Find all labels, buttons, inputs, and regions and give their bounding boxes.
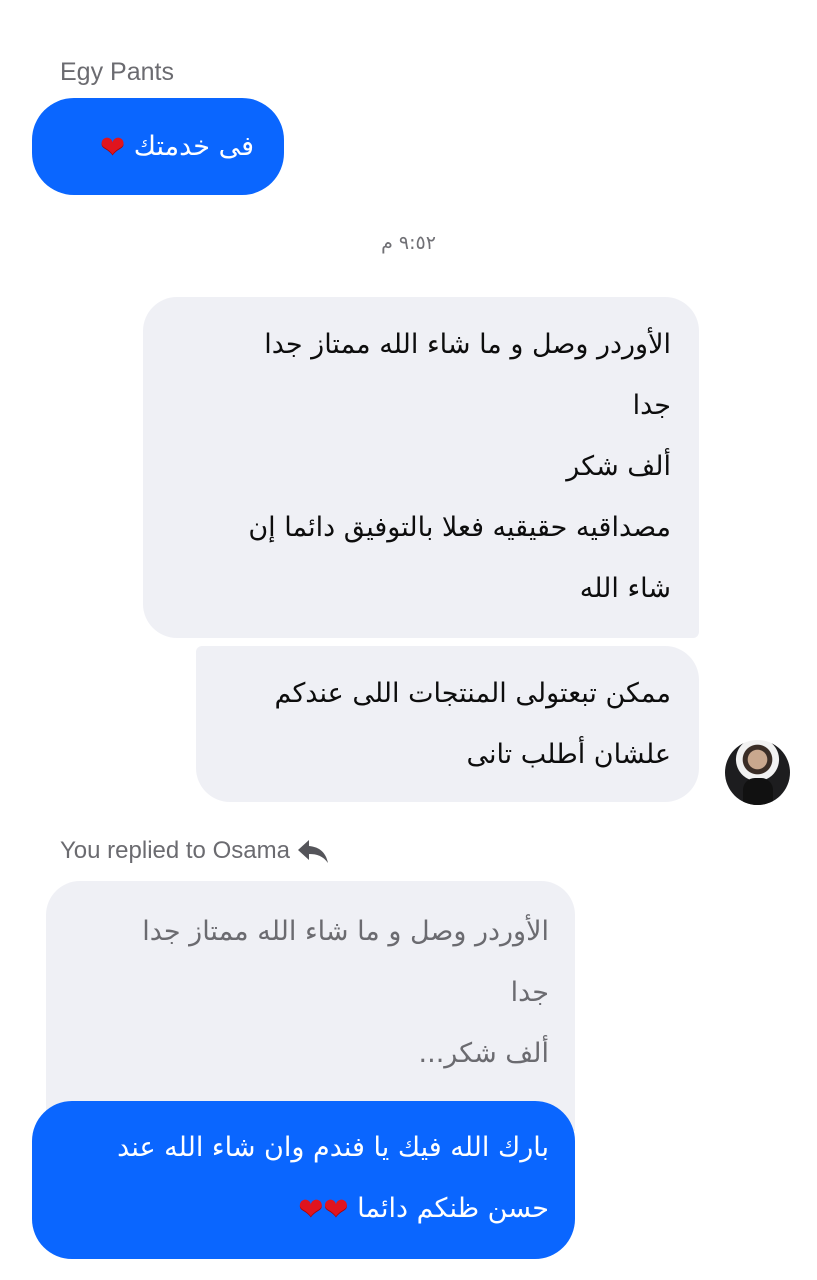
message-line: جدا bbox=[632, 390, 671, 421]
message-line: ألف شكر bbox=[566, 451, 671, 482]
heart-emoji-icon: ❤❤ bbox=[298, 1192, 349, 1227]
message-text: فى خدمتك bbox=[133, 131, 254, 162]
sender-avatar[interactable] bbox=[725, 740, 790, 805]
message-line: علشان أطلب تانى bbox=[466, 739, 671, 770]
quoted-message[interactable]: الأوردر وصل و ما شاء الله ممتاز جدا جدا … bbox=[46, 881, 575, 1131]
reply-context: You replied to Osama bbox=[60, 836, 330, 866]
quoted-line: ألف شكر... bbox=[418, 1038, 549, 1069]
message-bubble-outgoing[interactable]: بارك الله فيك يا فندم وان شاء الله عند ح… bbox=[32, 1101, 575, 1259]
message-bubble-outgoing[interactable]: فى خدمتك ❤ bbox=[32, 98, 284, 195]
message-bubble-incoming[interactable]: ممكن تبعتولى المنتجات اللى عندكم علشان أ… bbox=[196, 646, 699, 802]
reply-context-label: You replied to Osama bbox=[60, 837, 290, 864]
quoted-line: الأوردر وصل و ما شاء الله ممتاز جدا bbox=[142, 916, 549, 947]
message-line: بارك الله فيك يا فندم وان شاء الله عند bbox=[117, 1132, 549, 1163]
reply-arrow-icon bbox=[296, 836, 330, 866]
message-line: شاء الله bbox=[579, 573, 671, 604]
heart-emoji-icon: ❤ bbox=[100, 130, 126, 165]
message-bubble-incoming[interactable]: الأوردر وصل و ما شاء الله ممتاز جدا جدا … bbox=[143, 297, 699, 638]
message-line: مصداقيه حقيقيه فعلا بالتوفيق دائما إن bbox=[248, 512, 671, 543]
message-text: حسن ظنكم دائما bbox=[357, 1193, 549, 1224]
message-line: حسن ظنكم دائما ❤❤ bbox=[32, 1178, 549, 1239]
quoted-line: جدا bbox=[510, 977, 549, 1008]
message-line: الأوردر وصل و ما شاء الله ممتاز جدا bbox=[264, 329, 671, 360]
sender-name: Egy Pants bbox=[60, 58, 174, 86]
message-timestamp: ٩:٥٢ م bbox=[381, 232, 436, 254]
message-line: فى خدمتك ❤ bbox=[32, 116, 254, 177]
message-line: ممكن تبعتولى المنتجات اللى عندكم bbox=[274, 678, 671, 709]
